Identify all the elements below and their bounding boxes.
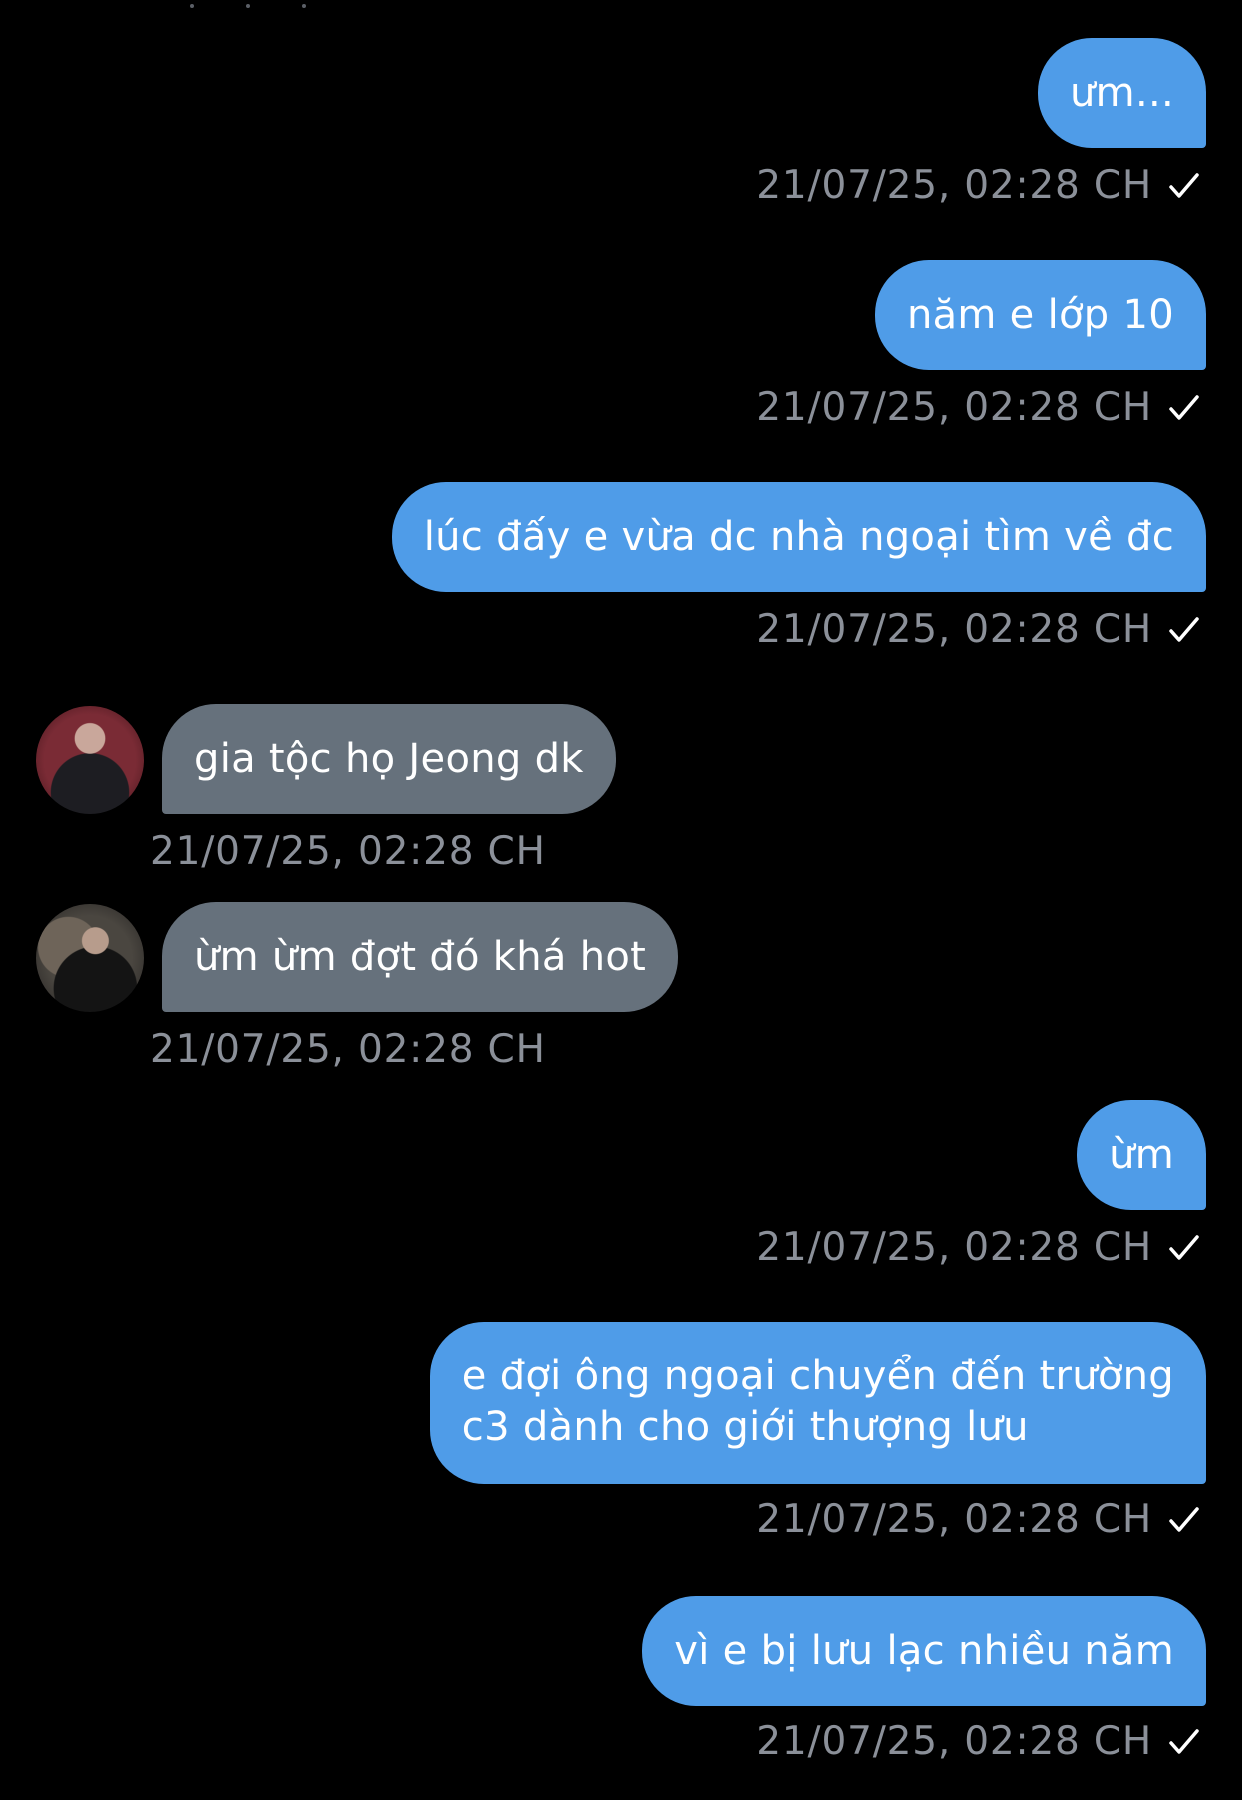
- message-timestamp: 21/07/25, 02:28 CH: [150, 828, 546, 876]
- outgoing-message-bubble[interactable]: e đợi ông ngoại chuyển đến trường c3 dàn…: [429, 1322, 1206, 1484]
- outgoing-message-bubble[interactable]: năm e lớp 10: [874, 260, 1206, 370]
- message-text: năm e lớp 10: [906, 292, 1174, 338]
- timestamp-text: 21/07/25, 02:28 CH: [150, 1027, 546, 1072]
- timestamp-text: 21/07/25, 02:28 CH: [756, 1225, 1152, 1270]
- message-timestamp: 21/07/25, 02:28 CH: [756, 384, 1202, 432]
- message-timestamp: 21/07/25, 02:28 CH: [756, 1224, 1202, 1272]
- message-timestamp: 21/07/25, 02:28 CH: [756, 1496, 1202, 1544]
- incoming-message-bubble[interactable]: gia tộc họ Jeong dk: [162, 704, 616, 814]
- timestamp-text: 21/07/25, 02:28 CH: [756, 1719, 1152, 1764]
- message-timestamp: 21/07/25, 02:28 CH: [756, 606, 1202, 654]
- outgoing-message-bubble[interactable]: ưm...: [1038, 38, 1206, 148]
- check-icon: [1169, 1235, 1199, 1260]
- avatar[interactable]: [36, 706, 144, 814]
- message-text-line-1: e đợi ông ngoại chuyển đến trường: [461, 1353, 1174, 1399]
- check-icon: [1169, 395, 1199, 420]
- timestamp-text: 21/07/25, 02:28 CH: [756, 163, 1152, 208]
- check-icon: [1169, 617, 1199, 642]
- message-text: gia tộc họ Jeong dk: [194, 736, 584, 782]
- message-text: ừm ừm đợt đó khá hot: [194, 934, 647, 980]
- check-icon: [1169, 1729, 1199, 1754]
- timestamp-text: 21/07/25, 02:28 CH: [756, 607, 1152, 652]
- timestamp-text: 21/07/25, 02:28 CH: [756, 385, 1152, 430]
- outgoing-message-bubble[interactable]: ừm: [1077, 1100, 1206, 1210]
- timestamp-text: 21/07/25, 02:28 CH: [756, 1497, 1152, 1542]
- message-text: lúc đấy e vừa dc nhà ngoại tìm về đc: [423, 514, 1174, 560]
- message-text: ưm...: [1070, 70, 1174, 116]
- message-text: vì e bị lưu lạc nhiều năm: [674, 1628, 1174, 1674]
- outgoing-message-bubble[interactable]: vì e bị lưu lạc nhiều năm: [642, 1596, 1206, 1706]
- outgoing-message-bubble[interactable]: lúc đấy e vừa dc nhà ngoại tìm về đc: [391, 482, 1206, 592]
- message-timestamp: 21/07/25, 02:28 CH: [756, 1718, 1202, 1766]
- message-text: ừm: [1109, 1132, 1174, 1178]
- message-timestamp: 21/07/25, 02:28 CH: [150, 1026, 546, 1074]
- incoming-message-bubble[interactable]: ừm ừm đợt đó khá hot: [162, 902, 679, 1012]
- check-icon: [1169, 173, 1199, 198]
- timestamp-text: 21/07/25, 02:28 CH: [150, 829, 546, 874]
- message-timestamp: 21/07/25, 02:28 CH: [756, 162, 1202, 210]
- check-icon: [1169, 1507, 1199, 1532]
- truncated-content-dots: [190, 0, 330, 12]
- message-text-line-2: c3 dành cho giới thượng lưu: [461, 1404, 1029, 1450]
- avatar[interactable]: [36, 904, 144, 1012]
